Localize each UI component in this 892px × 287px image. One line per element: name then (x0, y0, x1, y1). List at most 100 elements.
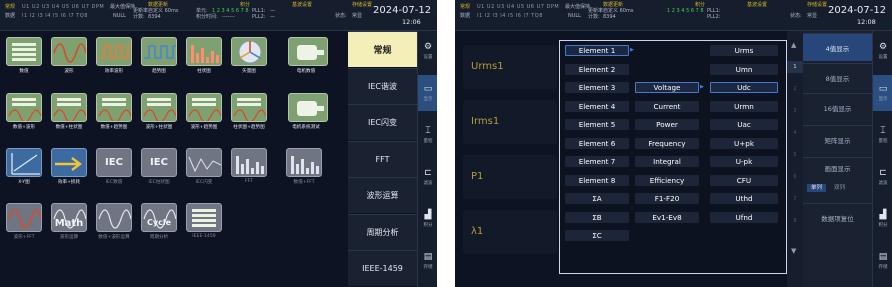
display-tile[interactable] (6, 203, 42, 232)
display-tile[interactable] (6, 37, 42, 66)
display-tile[interactable]: Cycle (141, 203, 177, 232)
display-tile[interactable] (6, 148, 42, 177)
display-tile[interactable]: Math (51, 203, 87, 232)
item-option[interactable]: Umn (710, 63, 778, 75)
display-tile[interactable] (288, 37, 328, 66)
menu-item[interactable]: IEC闪变 (348, 104, 417, 140)
display-tile[interactable] (51, 148, 87, 177)
display-tile[interactable] (186, 203, 222, 232)
sidebar-item[interactable]: ⌶ 量程 (418, 117, 437, 153)
display-tile[interactable] (96, 37, 132, 66)
display-tile[interactable] (51, 37, 87, 66)
menu-item[interactable]: IEEE-1459 (348, 250, 417, 286)
sidebar-item[interactable]: ⊏ 滤波 (873, 159, 892, 195)
function-sidebar: ⚙ 设置 ▭ 显示 ⌶ 量程 ⊏ 滤波 ▟ 积分 ▤ 存储 (872, 31, 892, 287)
sidebar-item[interactable]: ⚙ 设置 (873, 33, 892, 69)
display-tile[interactable] (141, 93, 177, 122)
grid-line (192, 224, 216, 227)
display-tile[interactable] (141, 37, 177, 66)
display-count-item[interactable]: 16值显示 (803, 93, 872, 121)
menu-item[interactable]: IEC谐波 (348, 67, 417, 104)
tile-label: 效率波形 (104, 69, 124, 74)
sidebar-label: 滤波 (423, 181, 433, 186)
sidebar-item[interactable]: ▤ 存储 (873, 243, 892, 279)
panel-page-number[interactable]: 8 (787, 215, 803, 227)
display-tile[interactable] (51, 93, 87, 122)
display-count-item[interactable]: 数据项复位 (803, 203, 872, 231)
sidebar-item[interactable]: ▭ 显示 (418, 75, 437, 111)
display-tile[interactable] (231, 148, 267, 177)
display-tile[interactable] (6, 93, 42, 122)
sidebar-item[interactable]: ▭ 显示 (873, 75, 892, 111)
panel-page-number[interactable]: 4 (787, 127, 803, 139)
item-option[interactable]: Urms (710, 45, 778, 56)
display-tile[interactable] (96, 93, 132, 122)
sidebar-item[interactable]: ▤ 存储 (418, 243, 437, 279)
item-option[interactable]: Uthd (710, 193, 778, 204)
panel-scroller[interactable]: ▲ ▼ 1 2 3 4 5 6 7 8 (787, 31, 803, 287)
display-tile[interactable] (286, 148, 322, 177)
integ-time-value: ------- (222, 14, 235, 20)
display-tile[interactable]: IEC (96, 148, 132, 177)
element-option[interactable]: ΣA (565, 193, 629, 204)
function-option[interactable]: F1-F20 (635, 193, 699, 204)
panel-page-number[interactable]: 6 (787, 171, 803, 183)
item-option[interactable]: Ufnd (710, 211, 778, 223)
function-option[interactable]: Efficiency (635, 174, 699, 186)
sidebar-item[interactable]: ⊏ 滤波 (418, 159, 437, 195)
panel-page-number[interactable]: 1 (787, 61, 803, 73)
element-option[interactable]: ΣC (565, 230, 629, 241)
panel-page-number[interactable]: 7 (787, 193, 803, 205)
sidebar-item[interactable]: ▟ 积分 (873, 201, 892, 237)
panel-page-number[interactable]: 5 (787, 149, 803, 161)
display-tile[interactable] (231, 37, 267, 66)
display-count-item[interactable]: 4值显示 (803, 33, 872, 61)
function-option[interactable]: Frequency (635, 137, 699, 149)
display-tile[interactable]: IEC (141, 148, 177, 177)
function-option[interactable]: Voltage (635, 82, 699, 93)
count-label: 计数: (133, 14, 145, 20)
function-option[interactable]: Ev1-Ev8 (635, 211, 699, 223)
menu-item[interactable]: 周期分析 (348, 213, 417, 250)
function-option[interactable]: Integral (635, 156, 699, 167)
item-option[interactable]: U+pk (710, 137, 778, 149)
display-tile[interactable] (96, 203, 132, 232)
element-option[interactable]: Element 8 (565, 174, 629, 186)
element-option[interactable]: Element 3 (565, 82, 629, 93)
filter-label: 基波设置 (292, 2, 313, 8)
display-count-item[interactable]: 矩阵显示 (803, 125, 872, 153)
scroll-up-icon[interactable]: ▲ (791, 41, 796, 49)
sidebar-item[interactable]: ▟ 积分 (418, 201, 437, 237)
item-option[interactable]: Uac (710, 119, 778, 130)
panel-page-number[interactable]: 3 (787, 105, 803, 117)
menu-item[interactable]: FFT (348, 140, 417, 177)
item-option[interactable]: U-pk (710, 156, 778, 167)
panel-page-number[interactable]: 2 (787, 83, 803, 95)
display-tile[interactable] (231, 93, 267, 122)
display-tile[interactable] (186, 37, 222, 66)
menu-item[interactable]: 波形运算 (348, 177, 417, 213)
element-option[interactable]: Element 1 (565, 45, 629, 56)
element-option[interactable]: Element 7 (565, 156, 629, 167)
element-option[interactable]: Element 4 (565, 100, 629, 112)
sidebar-item[interactable]: ⌶ 量程 (873, 117, 892, 153)
menu-item[interactable]: 常规 (348, 31, 417, 67)
column-toggle[interactable]: 单列 (807, 184, 827, 192)
column-toggle[interactable]: 双列 (830, 184, 849, 192)
element-option[interactable]: Element 5 (565, 119, 629, 130)
tile-label: 电机系统测试 (292, 125, 320, 130)
display-count-item[interactable]: 8值显示 (803, 63, 872, 91)
function-option[interactable]: Current (635, 100, 699, 112)
element-option[interactable]: Element 6 (565, 137, 629, 149)
display-tile[interactable] (186, 148, 222, 177)
element-option[interactable]: Element 2 (565, 63, 629, 75)
item-option[interactable]: Udc (710, 82, 778, 93)
sidebar-item[interactable]: ⚙ 设置 (418, 33, 437, 69)
element-option[interactable]: ΣB (565, 211, 629, 223)
scroll-down-icon[interactable]: ▼ (791, 247, 796, 255)
display-tile[interactable] (186, 93, 222, 122)
display-tile[interactable] (288, 93, 328, 122)
item-option[interactable]: CFU (710, 174, 778, 186)
function-option[interactable]: Power (635, 119, 699, 130)
item-option[interactable]: Urmn (710, 100, 778, 112)
